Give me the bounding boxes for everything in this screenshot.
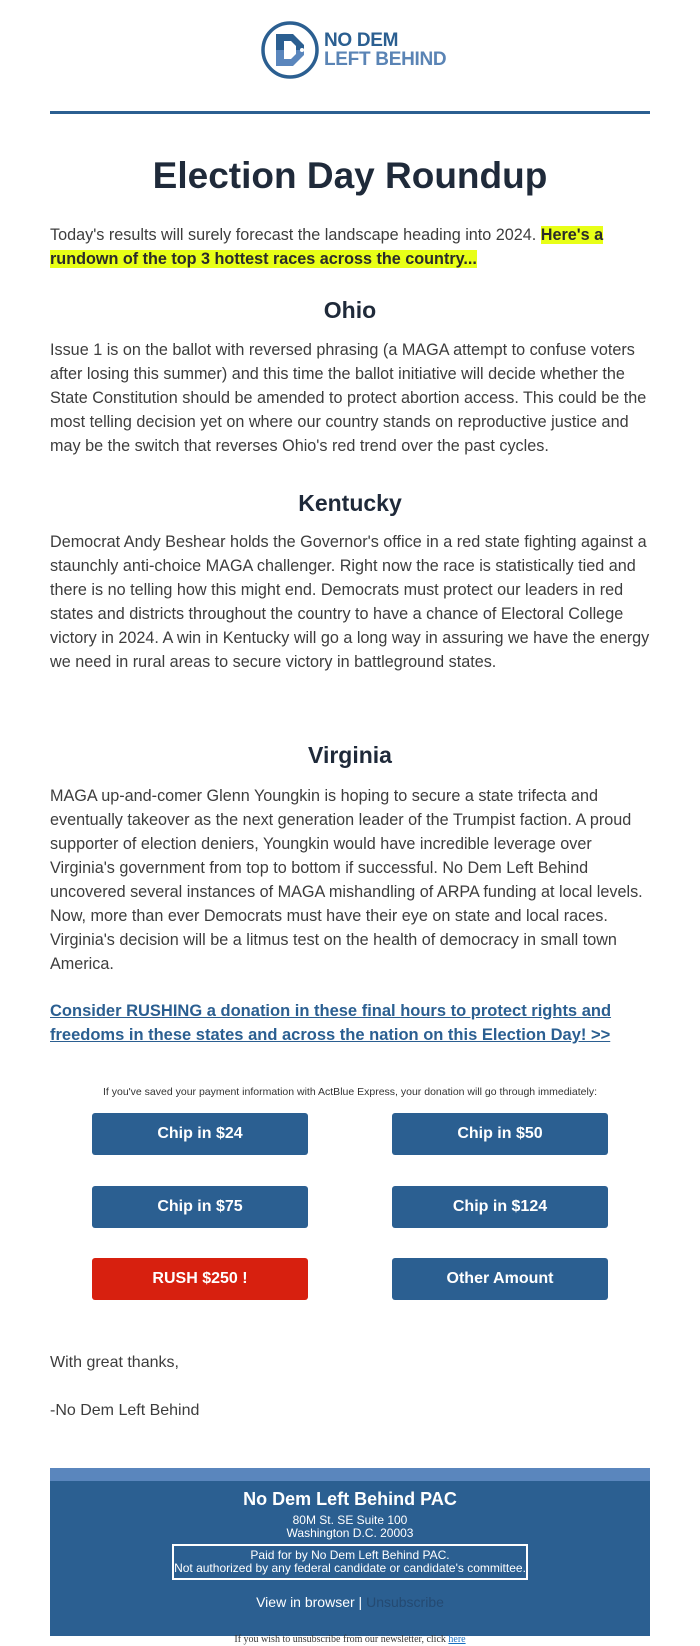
rush-250-button[interactable]: RUSH $250 ! — [92, 1258, 308, 1300]
paid-for-disclaimer: Paid for by No Dem Left Behind PAC. Not … — [172, 1544, 528, 1580]
page-title: Election Day Roundup — [152, 155, 548, 196]
signoff-line: With great thanks, — [50, 1354, 179, 1371]
unsubscribe-note-text: If you wish to unsubscribe from our news… — [234, 1634, 449, 1645]
section-heading-virginia: Virginia — [308, 742, 392, 768]
logo[interactable]: NO DEM LEFT BEHIND — [260, 20, 460, 80]
section-heading-ohio: Ohio — [323, 297, 377, 323]
donate-124-button[interactable]: Chip in $124 — [392, 1186, 608, 1228]
d-circle-logo-icon — [261, 21, 319, 79]
intro-paragraph: Today's results will surely forecast the… — [50, 223, 650, 271]
footer: No Dem Left Behind PAC 80M St. SE Suite … — [50, 1468, 650, 1636]
unsubscribe-link[interactable]: Unsubscribe — [366, 1594, 444, 1610]
disclaimer-line-2: Not authorized by any federal candidate … — [174, 1561, 526, 1575]
logo-line-1: NO DEM — [324, 30, 399, 51]
signoff-signature: -No Dem Left Behind — [50, 1402, 200, 1419]
footer-address-line-2: Washington D.C. 20003 — [286, 1526, 414, 1540]
donate-50-button[interactable]: Chip in $50 — [392, 1113, 608, 1155]
other-amount-button[interactable]: Other Amount — [392, 1258, 608, 1300]
section-body-kentucky: Democrat Andy Beshear holds the Governor… — [50, 533, 650, 671]
header-divider — [50, 111, 650, 114]
actblue-express-note: If you've saved your payment information… — [102, 1086, 597, 1098]
link-separator: | — [354, 1594, 367, 1610]
newsletter-unsubscribe-note: If you wish to unsubscribe from our news… — [50, 1634, 650, 1645]
intro-text: Today's results will surely forecast the… — [50, 226, 541, 244]
view-in-browser-link[interactable]: View in browser — [256, 1594, 355, 1610]
unsubscribe-here-link[interactable]: here — [448, 1634, 465, 1645]
footer-org-name: No Dem Left Behind PAC — [243, 1489, 457, 1509]
section-heading-kentucky: Kentucky — [298, 490, 402, 516]
logo-text: NO DEM LEFT BEHIND — [324, 30, 447, 70]
section-body-ohio: Issue 1 is on the ballot with reversed p… — [50, 341, 647, 455]
footer-top-band — [50, 1468, 650, 1481]
donate-75-button[interactable]: Chip in $75 — [92, 1186, 308, 1228]
footer-links: View in browser | Unsubscribe — [50, 1594, 650, 1610]
donate-24-button[interactable]: Chip in $24 — [92, 1113, 308, 1155]
footer-address: 80M St. SE Suite 100 Washington D.C. 200… — [50, 1514, 650, 1540]
logo-line-2: LEFT BEHIND — [324, 49, 447, 70]
section-body-virginia: MAGA up-and-comer Glenn Youngkin is hopi… — [50, 787, 643, 973]
donation-cta-link[interactable]: Consider RUSHING a donation in these fin… — [50, 999, 650, 1047]
